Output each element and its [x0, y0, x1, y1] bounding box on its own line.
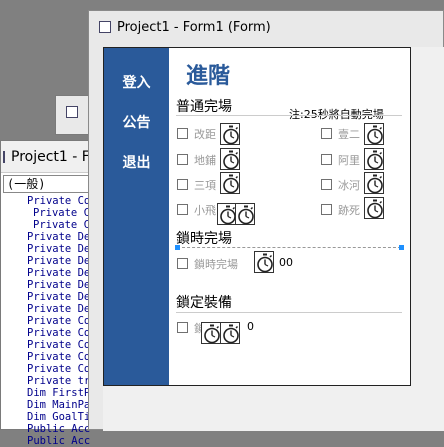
form-window-titlebar[interactable]: Project1 - Form1 (Form): [89, 11, 443, 43]
timer-icon: [364, 148, 384, 170]
sidebar-item-login[interactable]: 登入: [104, 72, 169, 92]
form-canvas[interactable]: 登入 公告 退出 進階 普通完場 注:25秒將自動完場 改距 地鋪 三項 小飛: [103, 47, 411, 386]
section-title-lock-time: 鎖時完場: [176, 231, 232, 247]
form-window-title: Project1 - Form1 (Form): [117, 19, 271, 35]
stopwatch-icon: [238, 205, 254, 225]
timer-icon: [220, 172, 240, 194]
timer-icon: [201, 322, 221, 344]
stopwatch-icon: [204, 324, 220, 344]
form-icon: [66, 106, 78, 118]
checkbox[interactable]: [177, 204, 188, 215]
timer-icon: [220, 123, 240, 145]
form-icon: [99, 21, 111, 33]
timer-icon: [235, 203, 255, 225]
divider: [176, 312, 402, 313]
timer-icon: [220, 322, 240, 344]
stopwatch-icon: [257, 253, 273, 273]
divider: [176, 115, 402, 116]
lock-gear-value: 0: [247, 320, 254, 333]
resize-handle[interactable]: [399, 245, 404, 250]
form-client-area: 登入 公告 退出 進階 普通完場 注:25秒將自動完場 改距 地鋪 三項 小飛: [103, 47, 444, 431]
timer-icon: [254, 251, 274, 273]
checkbox[interactable]: [177, 322, 188, 333]
timer-icon: [364, 123, 384, 145]
resize-handle[interactable]: [175, 245, 180, 250]
checkbox[interactable]: [321, 179, 332, 190]
timer-icon: [217, 203, 237, 225]
stopwatch-icon: [367, 125, 383, 145]
checkbox[interactable]: [177, 258, 188, 269]
code-window[interactable]: Project1 - Form1 (一般) Private Co Private …: [0, 140, 126, 447]
stopwatch-icon: [223, 324, 239, 344]
code-editor[interactable]: Private Co Private Co Private Co Private De…: [1, 195, 99, 447]
code-line[interactable]: Public Acc: [27, 435, 99, 447]
sidebar: 登入 公告 退出: [104, 48, 169, 385]
object-combo[interactable]: (一般): [3, 175, 97, 193]
checkbox[interactable]: [177, 179, 188, 190]
code-icon: [3, 150, 5, 163]
option-label: 鎖時完場: [194, 258, 238, 271]
code-window-titlebar[interactable]: Project1 - Form1: [1, 141, 126, 173]
checkbox[interactable]: [177, 128, 188, 139]
stopwatch-icon: [223, 174, 239, 194]
checkbox[interactable]: [177, 154, 188, 165]
stopwatch-icon: [223, 125, 239, 145]
page-title: 進階: [186, 64, 231, 89]
stopwatch-icon: [367, 174, 383, 194]
stopwatch-icon: [223, 150, 239, 170]
checkbox[interactable]: [321, 204, 332, 215]
section-title-normal: 普通完場: [176, 99, 232, 115]
checkbox[interactable]: [321, 128, 332, 139]
lock-time-value: 00: [279, 256, 293, 269]
checkbox[interactable]: [321, 154, 332, 165]
selection-outline: [177, 247, 401, 248]
sidebar-item-exit[interactable]: 退出: [104, 152, 169, 172]
timer-icon: [364, 197, 384, 219]
auto-complete-note: 注:25秒將自動完場: [289, 108, 384, 121]
sidebar-item-announcement[interactable]: 公告: [104, 112, 169, 132]
timer-icon: [220, 148, 240, 170]
timer-icon: [364, 172, 384, 194]
stopwatch-icon: [367, 199, 383, 219]
section-title-lock-gear: 鎖定裝備: [176, 295, 232, 311]
stopwatch-icon: [367, 150, 383, 170]
form-designer-window[interactable]: Project1 - Form1 (Form) 登入 公告 退出 進階 普通完場…: [88, 10, 444, 431]
